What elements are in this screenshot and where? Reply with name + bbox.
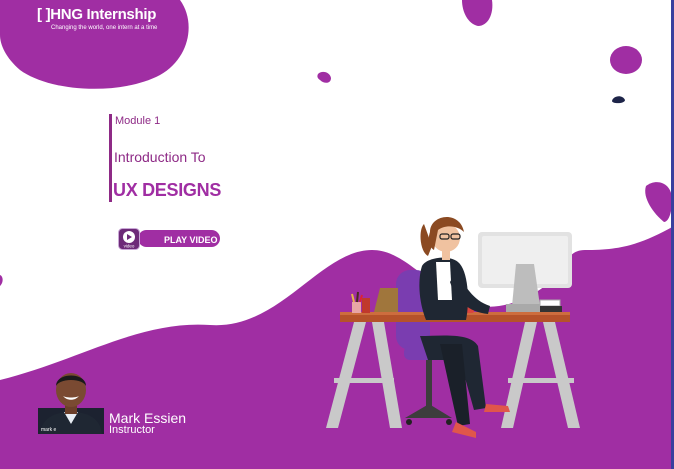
instructor-avatar: mark e bbox=[38, 373, 104, 434]
instructor-role: Instructor bbox=[109, 424, 155, 436]
play-video-pill[interactable]: PLAY VIDEO bbox=[138, 230, 220, 247]
module-label: Module 1 bbox=[115, 115, 161, 127]
brand-logo[interactable]: [ ]HNG Internship bbox=[37, 6, 156, 23]
lesson-screen: [ ]HNG Internship Changing the world, on… bbox=[0, 0, 674, 469]
play-icon[interactable]: video bbox=[118, 228, 140, 250]
course-title: UX DESIGNS bbox=[113, 180, 222, 200]
dark-drop bbox=[612, 96, 625, 104]
module-accent-bar bbox=[109, 114, 112, 202]
brand-tagline: Changing the world, one intern at a time bbox=[51, 25, 158, 31]
photo-caption: mark e bbox=[41, 427, 57, 433]
right-edge-drop bbox=[645, 182, 672, 222]
play-video-button[interactable]: PLAY VIDEO video bbox=[118, 228, 222, 250]
left-notch bbox=[0, 275, 3, 286]
video-badge-label: video bbox=[124, 244, 135, 249]
top-drop bbox=[462, 0, 493, 26]
play-video-label: PLAY VIDEO bbox=[164, 235, 218, 245]
right-circle bbox=[610, 46, 642, 74]
small-drop-left bbox=[317, 71, 331, 83]
intro-label: Introduction To bbox=[114, 149, 206, 165]
